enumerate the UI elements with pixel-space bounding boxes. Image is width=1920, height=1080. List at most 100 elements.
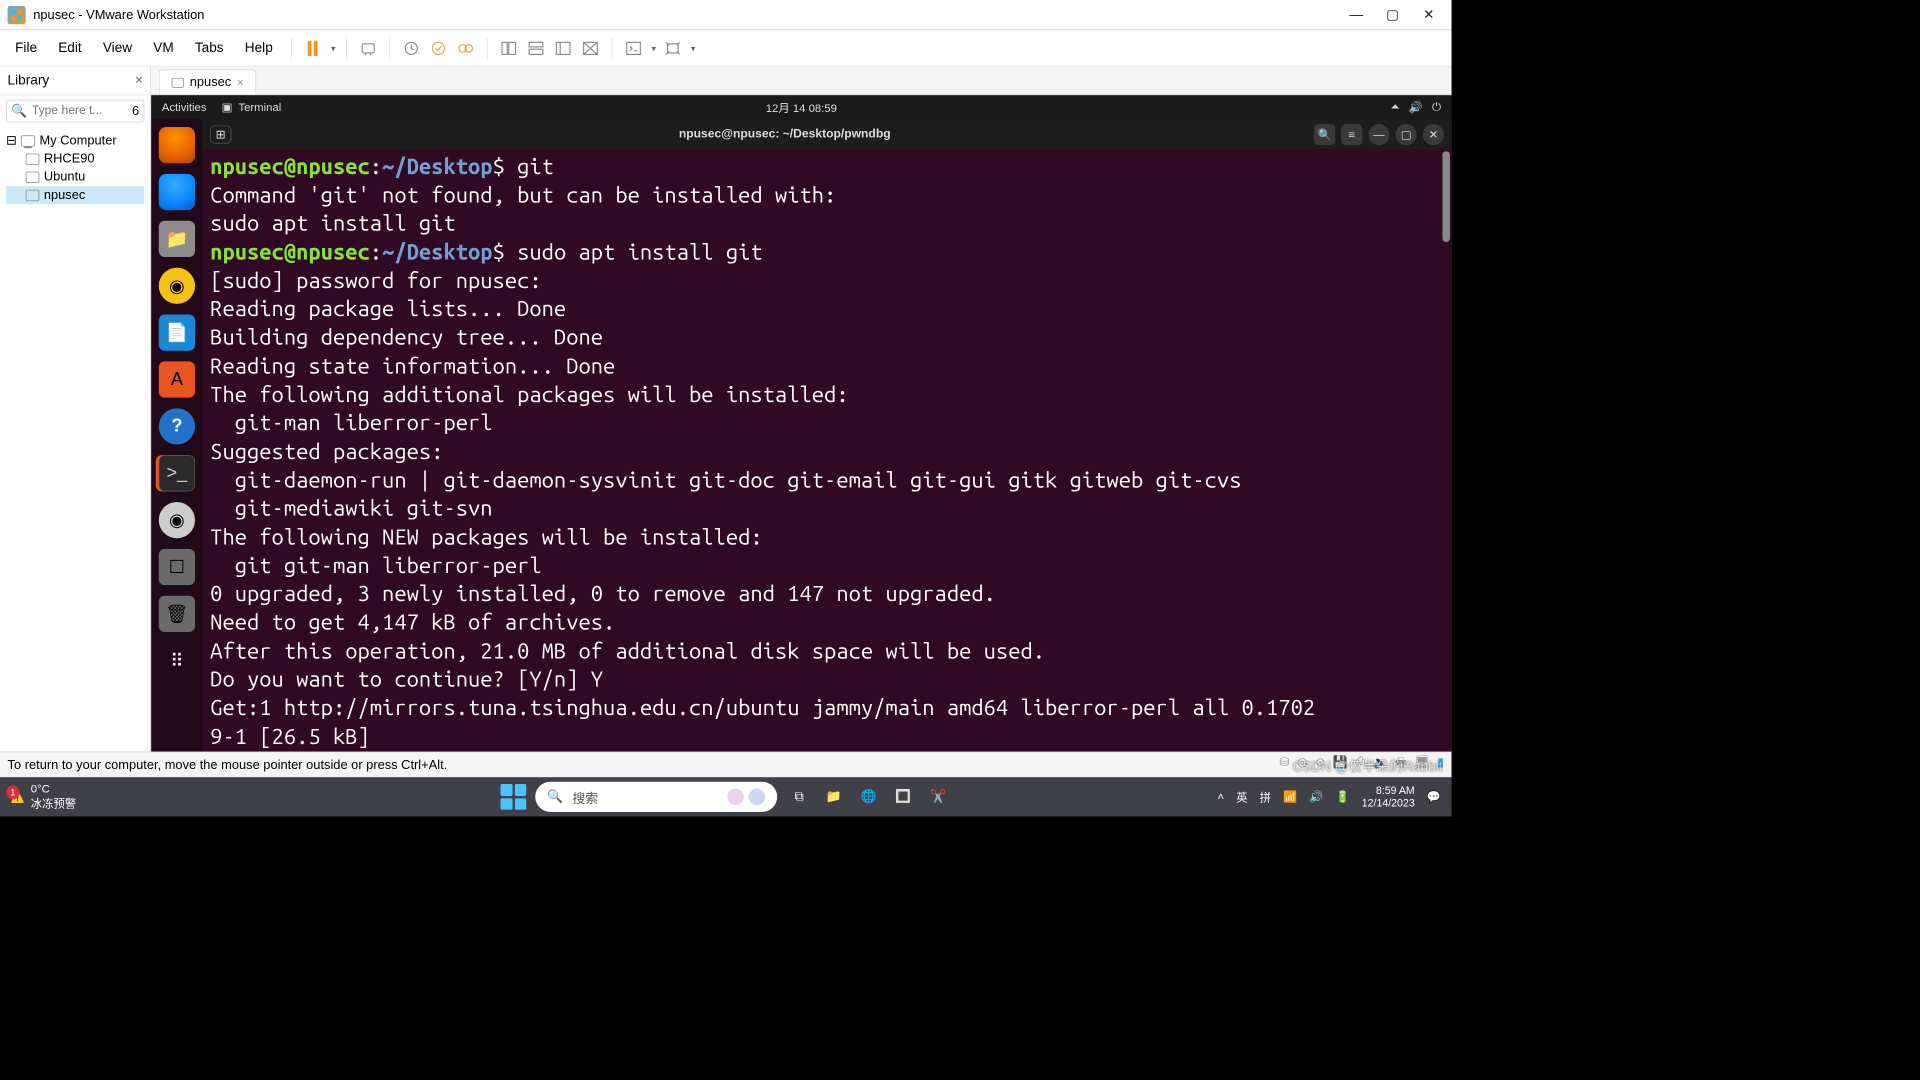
tree-item-npusec[interactable]: npusec: [6, 186, 144, 204]
view-fullscreen-icon[interactable]: [580, 37, 601, 58]
minimize-button[interactable]: —: [1341, 3, 1371, 26]
search-placeholder: 搜索: [572, 787, 598, 806]
stretch-dropdown[interactable]: ▾: [691, 43, 696, 54]
tab-close-button[interactable]: ×: [237, 76, 243, 88]
send-ctrl-alt-del-icon[interactable]: [357, 37, 378, 58]
tray-battery-icon[interactable]: 🔋: [1336, 790, 1350, 804]
taskbar-snip-icon[interactable]: ✂️: [925, 784, 951, 810]
tree-item-label: Ubuntu: [44, 169, 85, 184]
dock-apps-icon[interactable]: ⠿: [159, 643, 195, 679]
status-hint: To return to your computer, move the mou…: [8, 757, 1280, 772]
guest-desktop[interactable]: Activities ▣ Terminal 12月 14 08:59 ⏶ 🔊 ⏻: [151, 95, 1451, 751]
tray-notifications-icon[interactable]: 💬: [1427, 790, 1441, 804]
terminal-maximize-button[interactable]: ▢: [1396, 124, 1417, 145]
maximize-button[interactable]: ▢: [1377, 3, 1407, 26]
tree-item-ubuntu[interactable]: Ubuntu: [6, 168, 144, 186]
ime-mode[interactable]: 拼: [1260, 789, 1271, 805]
power-dropdown[interactable]: ▾: [331, 43, 336, 54]
term-line: git-man liberror-perl: [210, 409, 1444, 437]
terminal-close-button[interactable]: ✕: [1423, 124, 1444, 145]
term-line: Command 'git' not found, but can be inst…: [210, 181, 1444, 209]
start-button[interactable]: [500, 784, 526, 810]
term-line: The following additional packages will b…: [210, 381, 1444, 409]
console-view-icon[interactable]: [623, 37, 644, 58]
dock-libreoffice-icon[interactable]: 📄: [159, 314, 195, 350]
library-search[interactable]: 🔍 6: [6, 100, 144, 123]
tray-wifi-icon[interactable]: 📶: [1283, 790, 1297, 804]
dock-disk-icon[interactable]: ◉: [159, 502, 195, 538]
taskbar-vmware-icon[interactable]: 🔳: [891, 784, 917, 810]
volume-icon[interactable]: 🔊: [1409, 101, 1423, 115]
stretch-guest-icon[interactable]: [662, 37, 683, 58]
term-line: 9-1 [26.5 kB]: [210, 723, 1444, 751]
menu-vm[interactable]: VM: [146, 37, 182, 59]
weather-label: 冰冻预警: [31, 795, 76, 811]
tree-item-rhce90[interactable]: RHCE90: [6, 150, 144, 168]
task-view-icon[interactable]: ⧉: [786, 784, 812, 810]
terminal-body[interactable]: npusec@npusec:~/Desktop$ git Command 'gi…: [203, 150, 1452, 752]
snapshot-manager-icon[interactable]: [455, 37, 476, 58]
taskbar-edge-icon[interactable]: 🌐: [856, 784, 882, 810]
taskbar-weather[interactable]: ⚠️1 0°C 冰冻预警: [11, 782, 77, 811]
dock-trash-icon[interactable]: 🗑: [159, 596, 195, 632]
taskbar-explorer-icon[interactable]: 📁: [821, 784, 847, 810]
console-dropdown[interactable]: ▾: [652, 43, 657, 54]
dock-device-icon[interactable]: ☐: [159, 549, 195, 585]
library-search-input[interactable]: [32, 104, 128, 118]
terminal-search-button[interactable]: 🔍: [1314, 124, 1335, 145]
terminal-title: npusec@npusec: ~/Desktop/pwndbg: [256, 128, 1314, 142]
menu-help[interactable]: Help: [237, 37, 280, 59]
activities-button[interactable]: Activities: [162, 101, 207, 114]
topbar-clock[interactable]: 12月 14 08:59: [766, 99, 837, 115]
tray-volume-icon[interactable]: 🔊: [1309, 790, 1323, 804]
tree-item-label: npusec: [44, 187, 85, 202]
terminal-minimize-button[interactable]: —: [1368, 124, 1389, 145]
term-line: Get:1 http://mirrors.tuna.tsinghua.edu.c…: [210, 694, 1444, 722]
watermark: CSDN @仅半朵的Rabbit: [1293, 756, 1443, 776]
topbar-app-indicator[interactable]: ▣ Terminal: [222, 101, 282, 115]
terminal-scrollbar[interactable]: [1442, 151, 1450, 242]
snapshot-take-icon[interactable]: [401, 37, 422, 58]
window-title: npusec - VMware Workstation: [33, 7, 1341, 22]
status-hdd-icon[interactable]: ⛁: [1279, 754, 1289, 774]
term-line: git-daemon-run | git-daemon-sysvinit git…: [210, 466, 1444, 494]
dock-files-icon[interactable]: 📁: [159, 221, 195, 257]
view-unity-icon[interactable]: [553, 37, 574, 58]
network-icon[interactable]: ⏶: [1391, 101, 1400, 115]
tray-chevron-icon[interactable]: ˄: [1217, 790, 1224, 803]
term-line: [sudo] password for npusec:: [210, 267, 1444, 295]
snapshot-revert-icon[interactable]: [428, 37, 449, 58]
pause-vm-button[interactable]: [302, 37, 323, 58]
dock-firefox-icon[interactable]: [159, 127, 195, 163]
close-button[interactable]: ✕: [1414, 3, 1444, 26]
tree-item-label: RHCE90: [44, 151, 95, 166]
menu-tabs[interactable]: Tabs: [187, 37, 231, 59]
weather-temp: 0°C: [31, 782, 76, 795]
terminal-menu-button[interactable]: ≡: [1341, 124, 1362, 145]
dock-software-icon[interactable]: A: [159, 361, 195, 397]
term-line: Reading state information... Done: [210, 352, 1444, 380]
taskbar-search[interactable]: 🔍 搜索: [535, 782, 777, 812]
vm-tab-npusec[interactable]: npusec ×: [159, 70, 257, 95]
library-close-button[interactable]: ×: [135, 73, 143, 89]
tray-clock[interactable]: 8:59 AM 12/14/2023: [1362, 784, 1415, 809]
power-icon[interactable]: ⏻: [1432, 101, 1441, 115]
toolbar-divider: [346, 37, 347, 58]
terminal-newtab-button[interactable]: ⊞: [210, 125, 231, 143]
dock-rhythmbox-icon[interactable]: ◉: [159, 268, 195, 304]
vm-icon: [26, 189, 40, 200]
ime-lang[interactable]: 英: [1236, 789, 1247, 805]
gnome-topbar: Activities ▣ Terminal 12月 14 08:59 ⏶ 🔊 ⏻: [151, 95, 1451, 119]
dock-thunderbird-icon[interactable]: [159, 174, 195, 210]
view-tabs-icon[interactable]: [525, 37, 546, 58]
dock-terminal-icon[interactable]: >_: [159, 455, 195, 491]
menu-view[interactable]: View: [95, 37, 139, 59]
gnome-dock: 📁 ◉ 📄 A ? >_ ◉ ☐ 🗑 ⠿: [151, 119, 202, 751]
dock-help-icon[interactable]: ?: [159, 408, 195, 444]
menu-edit[interactable]: Edit: [51, 37, 90, 59]
tree-root[interactable]: ⊟ My Computer: [6, 132, 144, 150]
menu-file[interactable]: File: [8, 37, 45, 59]
view-single-icon[interactable]: [498, 37, 519, 58]
collapse-icon[interactable]: ⊟: [6, 133, 17, 148]
statusbar: To return to your computer, move the mou…: [0, 751, 1452, 777]
